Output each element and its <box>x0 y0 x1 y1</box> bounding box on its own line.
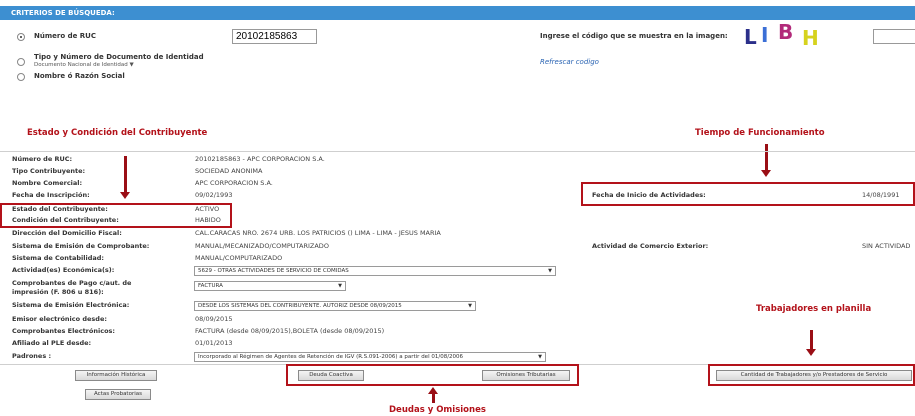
annotation-deudas: Deudas y Omisiones <box>389 405 486 415</box>
direccion-value: CAL.CARACAS NRO. 2674 URB. LOS PATRICIOS… <box>195 229 441 237</box>
row-comp-elec: Comprobantes Electrónicos: FACTURA (desde… <box>12 326 384 337</box>
row-comprob-2: impresión (F. 806 u 816): <box>12 287 104 298</box>
sist-elec-value: DESDE LOS SISTEMAS DEL CONTRIBUYENTE. AU… <box>198 303 402 309</box>
comp-elec-label: Comprobantes Electrónicos: <box>12 327 115 335</box>
row-ruc: Número de RUC: 20102185863 - APC CORPORAC… <box>12 154 325 165</box>
informacion-historica-button[interactable]: Información Histórica <box>75 370 157 381</box>
row-contab: Sistema de Contabilidad: MANUAL/COMPUTARI… <box>12 253 282 264</box>
row-padrones: Padrones : <box>12 351 51 362</box>
captcha-char: L <box>744 25 757 49</box>
contab-label: Sistema de Contabilidad: <box>12 254 105 262</box>
chevron-down-icon: ▼ <box>538 354 542 360</box>
arrow-tiempo-head <box>761 170 771 177</box>
comercio-label: Actividad de Comercio Exterior: <box>592 242 709 250</box>
fecha-inicio-value: 14/08/1991 <box>862 191 900 199</box>
row-actividad: Actividad(es) Económica(s): <box>12 265 114 276</box>
chevron-down-icon: ▼ <box>548 268 552 274</box>
captcha-char: B <box>778 20 794 44</box>
direccion-label: Dirección del Domicilio Fiscal: <box>12 229 122 237</box>
estado-label: Estado del Contribuyente: <box>12 205 108 213</box>
chevron-down-icon: ▼ <box>468 303 472 309</box>
padrones-label: Padrones : <box>12 352 52 360</box>
option-name-label: Nombre ó Razón Social <box>34 72 125 80</box>
emision-label: Sistema de Emisión de Comprobante: <box>12 242 150 250</box>
refresh-captcha-link[interactable]: Refrescar codigo <box>540 58 599 66</box>
contab-value: MANUAL/COMPUTARIZADO <box>195 254 283 262</box>
padrones-select[interactable]: Incorporado al Régimen de Agentes de Ret… <box>194 352 546 362</box>
comp-elec-value: FACTURA (desde 08/09/2015),BOLETA (desde… <box>195 327 385 335</box>
comprob-select[interactable]: FACTURA ▼ <box>194 281 346 291</box>
comercio-value: SIN ACTIVIDAD <box>862 242 911 250</box>
chevron-down-icon: ▼ <box>129 62 134 68</box>
option-doc-label: Tipo y Número de Documento de Identidad <box>34 53 204 61</box>
row-direccion: Dirección del Domicilio Fiscal: CAL.CARAC… <box>12 228 441 239</box>
emisor-label: Emisor electrónico desde: <box>12 315 107 323</box>
ple-label: Afiliado al PLE desde: <box>12 339 92 347</box>
option-ruc-label: Número de RUC <box>34 32 96 40</box>
actividad-label: Actividad(es) Económica(s): <box>12 266 115 274</box>
row-fecha-insc: Fecha de Inscripción: 09/02/1993 <box>12 190 232 201</box>
arrow-estado-head <box>120 192 130 199</box>
row-emision: Sistema de Emisión de Comprobante: MANUAL… <box>12 241 329 252</box>
ruc-label: Número de RUC: <box>12 155 73 163</box>
arrow-tiempo <box>765 144 768 171</box>
arrow-trabajadores <box>810 330 813 350</box>
ruc-input[interactable] <box>232 29 317 44</box>
fecha-inicio-label: Fecha de Inicio de Actividades: <box>592 191 706 199</box>
captcha-char: I <box>761 23 769 47</box>
condicion-label: Condición del Contribuyente: <box>12 216 119 224</box>
row-tipo: Tipo Contribuyente: SOCIEDAD ANONIMA <box>12 166 262 177</box>
criteria-header: CRITERIOS DE BÚSQUEDA: <box>0 6 915 20</box>
sist-elec-select[interactable]: DESDE LOS SISTEMAS DEL CONTRIBUYENTE. AU… <box>194 301 476 311</box>
radio-ruc[interactable] <box>17 33 25 41</box>
captcha-image: L I B H <box>744 20 824 50</box>
annotation-trabajadores: Trabajadores en planilla <box>756 304 872 314</box>
deuda-coactiva-button[interactable]: Deuda Coactiva <box>298 370 364 381</box>
nombre-label: Nombre Comercial: <box>12 179 83 187</box>
sist-elec-label: Sistema de Emisión Electrónica: <box>12 301 130 309</box>
chevron-down-icon: ▼ <box>338 283 342 289</box>
comprob-label-2: impresión (F. 806 u 816): <box>12 288 104 296</box>
estado-value: ACTIVO <box>195 205 220 213</box>
comprob-label-1: Comprobantes de Pago c/aut. de <box>12 279 132 287</box>
ruc-value: 20102185863 - APC CORPORACION S.A. <box>195 155 325 163</box>
captcha-input[interactable] <box>873 29 915 44</box>
row-condicion: Condición del Contribuyente: HABIDO <box>12 215 221 226</box>
actividad-value: 5629 - OTRAS ACTIVIDADES DE SERVICIO DE … <box>198 268 349 274</box>
comprob-value: FACTURA <box>198 283 223 289</box>
arrow-trabajadores-head <box>806 349 816 356</box>
row-ple: Afiliado al PLE desde: 01/01/2013 <box>12 338 232 349</box>
arrow-deudas-head <box>428 387 438 394</box>
condicion-value: HABIDO <box>195 216 221 224</box>
row-nombre: Nombre Comercial: APC CORPORACION S.A. <box>12 178 273 189</box>
tipo-label: Tipo Contribuyente: <box>12 167 86 175</box>
actividad-select[interactable]: 5629 - OTRAS ACTIVIDADES DE SERVICIO DE … <box>194 266 556 276</box>
fecha-insc-label: Fecha de Inscripción: <box>12 191 90 199</box>
cantidad-trabajadores-button[interactable]: Cantidad de Trabajadores y/o Prestadores… <box>716 370 912 381</box>
radio-doc[interactable] <box>17 58 25 66</box>
omisiones-tributarias-button[interactable]: Omisiones Tributarias <box>482 370 570 381</box>
annotation-tiempo: Tiempo de Funcionamiento <box>695 128 825 138</box>
fecha-insc-value: 09/02/1993 <box>195 191 233 199</box>
captcha-prompt: Ingrese el código que se muestra en la i… <box>540 32 728 40</box>
ple-value: 01/01/2013 <box>195 339 233 347</box>
row-emisor: Emisor electrónico desde: 08/09/2015 <box>12 314 232 325</box>
tipo-value: SOCIEDAD ANONIMA <box>195 167 263 175</box>
captcha-char: H <box>802 26 819 50</box>
nombre-value: APC CORPORACION S.A. <box>195 179 273 187</box>
divider <box>0 151 915 152</box>
emisor-value: 08/09/2015 <box>195 315 233 323</box>
row-sist-elec: Sistema de Emisión Electrónica: <box>12 300 129 311</box>
row-estado: Estado del Contribuyente: ACTIVO <box>12 204 219 215</box>
annotation-estado: Estado y Condición del Contribuyente <box>27 128 208 138</box>
padrones-value: Incorporado al Régimen de Agentes de Ret… <box>198 354 464 360</box>
actas-probatorias-button[interactable]: Actas Probatorias <box>85 389 151 400</box>
arrow-estado <box>124 156 127 193</box>
emision-value: MANUAL/MECANIZADO/COMPUTARIZADO <box>195 242 329 250</box>
doc-type-value: Documento Nacional de Identidad <box>34 62 128 68</box>
doc-type-select[interactable]: Documento Nacional de Identidad ▼ <box>34 62 134 68</box>
radio-name[interactable] <box>17 73 25 81</box>
